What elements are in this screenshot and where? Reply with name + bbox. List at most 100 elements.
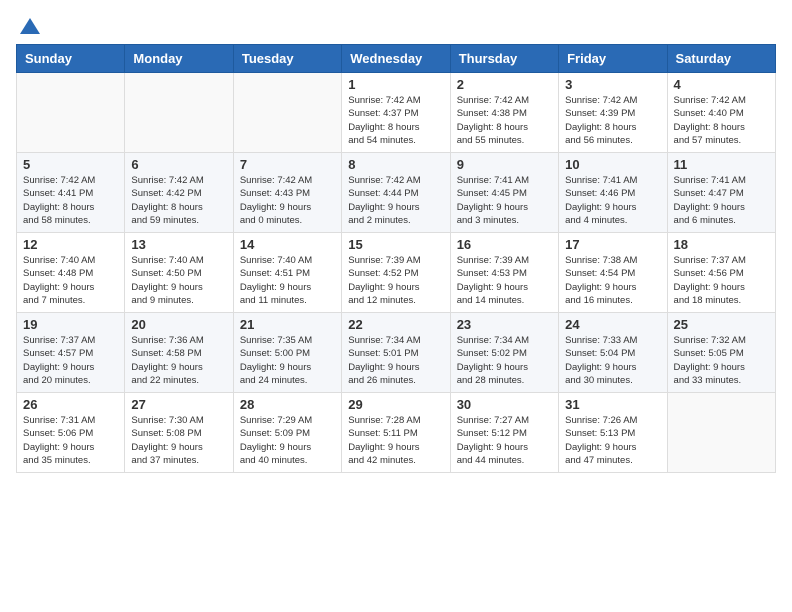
- calendar-cell: 13 Sunrise: 7:40 AM Sunset: 4:50 PM Dayli…: [125, 233, 233, 313]
- week-row-2: 5 Sunrise: 7:42 AM Sunset: 4:41 PM Daylig…: [17, 153, 776, 233]
- calendar-cell: 7 Sunrise: 7:42 AM Sunset: 4:43 PM Daylig…: [233, 153, 341, 233]
- day-number: 4: [674, 77, 769, 92]
- calendar-cell: 30 Sunrise: 7:27 AM Sunset: 5:12 PM Dayli…: [450, 393, 558, 473]
- calendar-cell: 11 Sunrise: 7:41 AM Sunset: 4:47 PM Dayli…: [667, 153, 775, 233]
- column-header-wednesday: Wednesday: [342, 45, 450, 73]
- day-info: Sunrise: 7:37 AM Sunset: 4:57 PM Dayligh…: [23, 334, 118, 387]
- calendar-cell: 22 Sunrise: 7:34 AM Sunset: 5:01 PM Dayli…: [342, 313, 450, 393]
- day-number: 21: [240, 317, 335, 332]
- calendar-cell: 9 Sunrise: 7:41 AM Sunset: 4:45 PM Daylig…: [450, 153, 558, 233]
- day-info: Sunrise: 7:42 AM Sunset: 4:38 PM Dayligh…: [457, 94, 552, 147]
- day-info: Sunrise: 7:42 AM Sunset: 4:41 PM Dayligh…: [23, 174, 118, 227]
- column-header-thursday: Thursday: [450, 45, 558, 73]
- day-number: 14: [240, 237, 335, 252]
- calendar-cell: 6 Sunrise: 7:42 AM Sunset: 4:42 PM Daylig…: [125, 153, 233, 233]
- day-info: Sunrise: 7:26 AM Sunset: 5:13 PM Dayligh…: [565, 414, 660, 467]
- calendar-cell: 10Sunrise: 7:41 AM Sunset: 4:46 PM Dayli…: [559, 153, 667, 233]
- day-number: 30: [457, 397, 552, 412]
- calendar-cell: [17, 73, 125, 153]
- calendar-cell: [233, 73, 341, 153]
- calendar-cell: 4Sunrise: 7:42 AM Sunset: 4:40 PM Daylig…: [667, 73, 775, 153]
- calendar-cell: 31 Sunrise: 7:26 AM Sunset: 5:13 PM Dayli…: [559, 393, 667, 473]
- day-number: 12: [23, 237, 118, 252]
- calendar-cell: 2 Sunrise: 7:42 AM Sunset: 4:38 PM Daylig…: [450, 73, 558, 153]
- calendar-cell: 18Sunrise: 7:37 AM Sunset: 4:56 PM Dayli…: [667, 233, 775, 313]
- day-info: Sunrise: 7:40 AM Sunset: 4:48 PM Dayligh…: [23, 254, 118, 307]
- calendar-cell: 21 Sunrise: 7:35 AM Sunset: 5:00 PM Dayli…: [233, 313, 341, 393]
- week-row-1: 1 Sunrise: 7:42 AM Sunset: 4:37 PM Daylig…: [17, 73, 776, 153]
- day-number: 17: [565, 237, 660, 252]
- day-number: 9: [457, 157, 552, 172]
- column-header-friday: Friday: [559, 45, 667, 73]
- day-number: 19: [23, 317, 118, 332]
- day-info: Sunrise: 7:38 AM Sunset: 4:54 PM Dayligh…: [565, 254, 660, 307]
- day-number: 23: [457, 317, 552, 332]
- day-info: Sunrise: 7:35 AM Sunset: 5:00 PM Dayligh…: [240, 334, 335, 387]
- column-header-saturday: Saturday: [667, 45, 775, 73]
- day-info: Sunrise: 7:42 AM Sunset: 4:44 PM Dayligh…: [348, 174, 443, 227]
- calendar-header-row: SundayMondayTuesdayWednesdayThursdayFrid…: [17, 45, 776, 73]
- day-number: 15: [348, 237, 443, 252]
- day-number: 6: [131, 157, 226, 172]
- column-header-sunday: Sunday: [17, 45, 125, 73]
- page-header: [16, 16, 776, 32]
- logo: [16, 16, 42, 32]
- calendar-cell: 26 Sunrise: 7:31 AM Sunset: 5:06 PM Dayli…: [17, 393, 125, 473]
- calendar-cell: 19 Sunrise: 7:37 AM Sunset: 4:57 PM Dayli…: [17, 313, 125, 393]
- calendar-cell: 23 Sunrise: 7:34 AM Sunset: 5:02 PM Dayli…: [450, 313, 558, 393]
- day-info: Sunrise: 7:28 AM Sunset: 5:11 PM Dayligh…: [348, 414, 443, 467]
- calendar-cell: 5 Sunrise: 7:42 AM Sunset: 4:41 PM Daylig…: [17, 153, 125, 233]
- calendar-cell: 1 Sunrise: 7:42 AM Sunset: 4:37 PM Daylig…: [342, 73, 450, 153]
- day-info: Sunrise: 7:29 AM Sunset: 5:09 PM Dayligh…: [240, 414, 335, 467]
- day-number: 31: [565, 397, 660, 412]
- day-number: 22: [348, 317, 443, 332]
- day-number: 13: [131, 237, 226, 252]
- calendar-cell: 8Sunrise: 7:42 AM Sunset: 4:44 PM Daylig…: [342, 153, 450, 233]
- day-info: Sunrise: 7:39 AM Sunset: 4:53 PM Dayligh…: [457, 254, 552, 307]
- calendar-cell: 27 Sunrise: 7:30 AM Sunset: 5:08 PM Dayli…: [125, 393, 233, 473]
- week-row-3: 12 Sunrise: 7:40 AM Sunset: 4:48 PM Dayli…: [17, 233, 776, 313]
- day-number: 28: [240, 397, 335, 412]
- day-number: 16: [457, 237, 552, 252]
- day-info: Sunrise: 7:41 AM Sunset: 4:45 PM Dayligh…: [457, 174, 552, 227]
- day-info: Sunrise: 7:40 AM Sunset: 4:50 PM Dayligh…: [131, 254, 226, 307]
- day-info: Sunrise: 7:42 AM Sunset: 4:43 PM Dayligh…: [240, 174, 335, 227]
- day-number: 27: [131, 397, 226, 412]
- day-number: 5: [23, 157, 118, 172]
- day-info: Sunrise: 7:31 AM Sunset: 5:06 PM Dayligh…: [23, 414, 118, 467]
- day-number: 26: [23, 397, 118, 412]
- day-number: 7: [240, 157, 335, 172]
- day-number: 24: [565, 317, 660, 332]
- day-info: Sunrise: 7:34 AM Sunset: 5:01 PM Dayligh…: [348, 334, 443, 387]
- day-info: Sunrise: 7:39 AM Sunset: 4:52 PM Dayligh…: [348, 254, 443, 307]
- day-number: 20: [131, 317, 226, 332]
- day-number: 29: [348, 397, 443, 412]
- day-info: Sunrise: 7:34 AM Sunset: 5:02 PM Dayligh…: [457, 334, 552, 387]
- calendar-cell: [125, 73, 233, 153]
- day-info: Sunrise: 7:42 AM Sunset: 4:37 PM Dayligh…: [348, 94, 443, 147]
- day-info: Sunrise: 7:30 AM Sunset: 5:08 PM Dayligh…: [131, 414, 226, 467]
- day-info: Sunrise: 7:41 AM Sunset: 4:47 PM Dayligh…: [674, 174, 769, 227]
- day-number: 3: [565, 77, 660, 92]
- day-number: 18: [674, 237, 769, 252]
- day-number: 2: [457, 77, 552, 92]
- calendar-cell: 3 Sunrise: 7:42 AM Sunset: 4:39 PM Daylig…: [559, 73, 667, 153]
- day-info: Sunrise: 7:33 AM Sunset: 5:04 PM Dayligh…: [565, 334, 660, 387]
- day-info: Sunrise: 7:27 AM Sunset: 5:12 PM Dayligh…: [457, 414, 552, 467]
- column-header-tuesday: Tuesday: [233, 45, 341, 73]
- day-number: 11: [674, 157, 769, 172]
- day-number: 25: [674, 317, 769, 332]
- calendar-cell: 28 Sunrise: 7:29 AM Sunset: 5:09 PM Dayli…: [233, 393, 341, 473]
- day-info: Sunrise: 7:41 AM Sunset: 4:46 PM Dayligh…: [565, 174, 660, 227]
- calendar-cell: 12 Sunrise: 7:40 AM Sunset: 4:48 PM Dayli…: [17, 233, 125, 313]
- day-info: Sunrise: 7:42 AM Sunset: 4:39 PM Dayligh…: [565, 94, 660, 147]
- day-info: Sunrise: 7:42 AM Sunset: 4:42 PM Dayligh…: [131, 174, 226, 227]
- calendar-cell: 25Sunrise: 7:32 AM Sunset: 5:05 PM Dayli…: [667, 313, 775, 393]
- calendar-cell: 16 Sunrise: 7:39 AM Sunset: 4:53 PM Dayli…: [450, 233, 558, 313]
- calendar-cell: 15 Sunrise: 7:39 AM Sunset: 4:52 PM Dayli…: [342, 233, 450, 313]
- calendar-cell: 20 Sunrise: 7:36 AM Sunset: 4:58 PM Dayli…: [125, 313, 233, 393]
- day-info: Sunrise: 7:36 AM Sunset: 4:58 PM Dayligh…: [131, 334, 226, 387]
- logo-icon: [18, 16, 42, 36]
- calendar-table: SundayMondayTuesdayWednesdayThursdayFrid…: [16, 44, 776, 473]
- day-number: 1: [348, 77, 443, 92]
